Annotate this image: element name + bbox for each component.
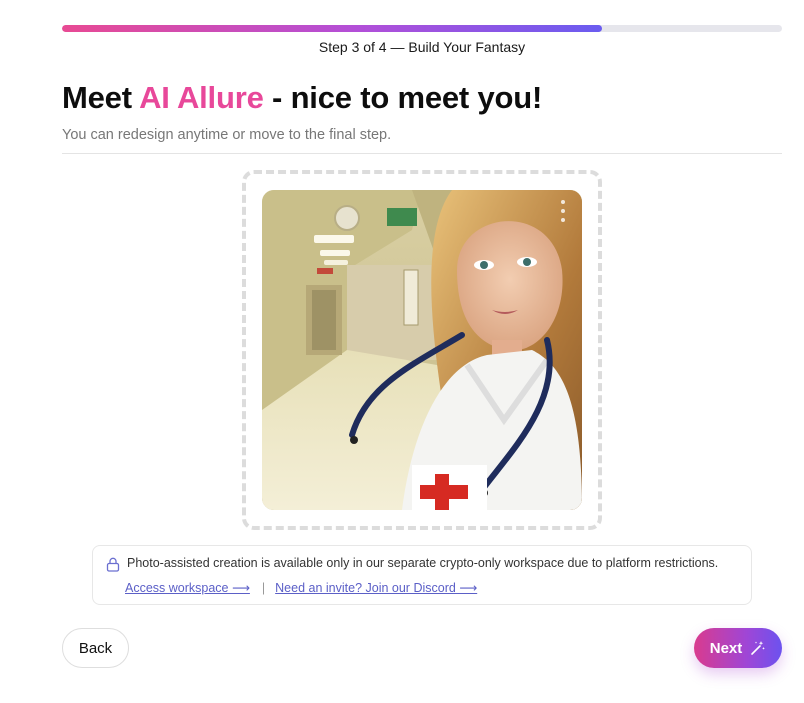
image-options-button[interactable]: [558, 200, 568, 222]
access-workspace-link[interactable]: Access workspace ⟶: [125, 581, 250, 595]
more-vertical-icon: [561, 200, 565, 204]
progress-bar-fill: [62, 25, 602, 32]
step-indicator: Step 3 of 4 — Build Your Fantasy: [318, 39, 526, 55]
next-button[interactable]: Next: [694, 628, 782, 668]
companion-preview-frame: [242, 170, 602, 530]
title-prefix: Meet: [62, 80, 140, 115]
next-button-label: Next: [709, 639, 743, 657]
companion-name: AI Allure: [139, 80, 264, 115]
more-vertical-icon: [561, 218, 565, 222]
page-title: Meet AI Allure - nice to meet you!: [62, 80, 542, 116]
header-divider: [62, 153, 782, 154]
notice-text: Photo-assisted creation is available onl…: [127, 556, 719, 570]
photo-assist-notice: Photo-assisted creation is available onl…: [92, 545, 752, 605]
progress-bar: [62, 25, 782, 32]
title-suffix: - nice to meet you!: [263, 80, 543, 115]
magic-wand-icon: [751, 641, 766, 655]
lock-icon: [106, 557, 120, 572]
companion-portrait-image: [262, 190, 582, 510]
link-separator: |: [261, 581, 266, 595]
back-button[interactable]: Back: [62, 628, 129, 668]
more-vertical-icon: [561, 209, 565, 213]
notice-links: Access workspace ⟶ | Need an invite? Join …: [125, 580, 477, 595]
page-subtitle: You can redesign anytime or move to the …: [62, 127, 392, 143]
join-discord-link[interactable]: Need an invite? Join our Discord ⟶: [275, 581, 477, 595]
